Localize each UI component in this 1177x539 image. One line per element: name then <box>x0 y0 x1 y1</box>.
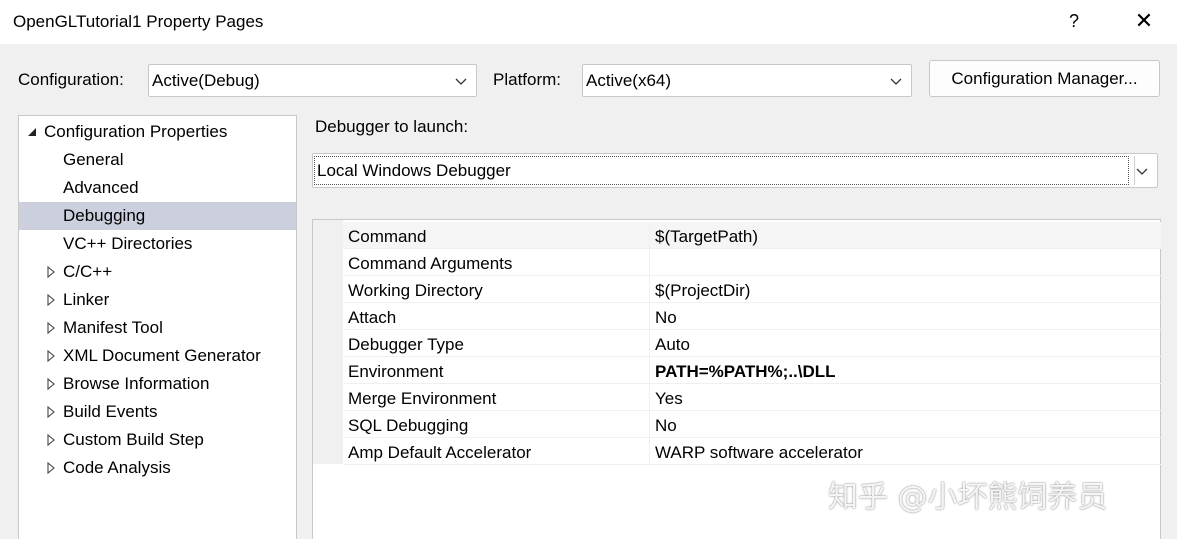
property-row-working-directory[interactable]: Working Directory $(ProjectDir) <box>343 276 1161 303</box>
property-name: Amp Default Accelerator <box>348 443 532 462</box>
property-value[interactable]: No <box>655 416 677 436</box>
property-name: Command Arguments <box>348 254 513 273</box>
column-divider <box>649 438 650 465</box>
window-title: OpenGLTutorial1 Property Pages <box>13 12 264 31</box>
column-divider <box>649 384 650 411</box>
tree-item-debugging[interactable]: Debugging <box>19 202 296 230</box>
property-tree[interactable]: Configuration Properties General Advance… <box>18 115 297 539</box>
property-name: Attach <box>348 308 397 327</box>
tree-item-xml-document-generator[interactable]: XML Document Generator <box>19 342 296 370</box>
tree-item-label: General <box>63 150 124 169</box>
collapsed-triangle-icon[interactable] <box>45 294 57 306</box>
property-row-command-arguments[interactable]: Command Arguments <box>343 249 1161 276</box>
tree-item-c-cpp[interactable]: C/C++ <box>19 258 296 286</box>
property-value[interactable]: Yes <box>655 389 683 409</box>
property-value[interactable]: $(ProjectDir) <box>655 281 750 301</box>
debugger-dropdown[interactable]: Local Windows Debugger <box>312 153 1158 188</box>
collapsed-triangle-icon[interactable] <box>45 322 57 334</box>
property-value[interactable]: WARP software accelerator <box>655 443 863 463</box>
property-row-amp-default-accelerator[interactable]: Amp Default Accelerator WARP software ac… <box>343 438 1161 465</box>
collapsed-triangle-icon[interactable] <box>45 350 57 362</box>
tree-item-label: Manifest Tool <box>63 318 163 337</box>
chevron-down-icon <box>890 78 902 85</box>
property-name: Command <box>348 227 427 246</box>
help-button[interactable]: ? <box>1060 6 1088 36</box>
column-divider <box>649 303 650 330</box>
column-divider <box>649 330 650 357</box>
chevron-down-icon <box>455 78 467 85</box>
tree-item-label: VC++ Directories <box>63 234 193 253</box>
watermark: 知乎 @小坏熊饲养员 <box>828 480 1108 515</box>
configuration-manager-button[interactable]: Configuration Manager... <box>929 60 1160 97</box>
tree-item-vc-directories[interactable]: VC++ Directories <box>19 230 296 258</box>
collapsed-triangle-icon[interactable] <box>45 406 57 418</box>
tree-item-label: Advanced <box>63 178 139 197</box>
tree-item-label: Code Analysis <box>63 458 171 477</box>
tree-item-linker[interactable]: Linker <box>19 286 296 314</box>
column-divider <box>649 222 650 249</box>
tree-item-code-analysis[interactable]: Code Analysis <box>19 454 296 482</box>
tree-item-label: Debugging <box>63 206 146 225</box>
property-name: Working Directory <box>348 281 483 300</box>
tree-item-label: Custom Build Step <box>63 430 204 449</box>
property-name: SQL Debugging <box>348 416 469 435</box>
debugger-to-launch-label: Debugger to launch: <box>315 117 469 136</box>
property-row-sql-debugging[interactable]: SQL Debugging No <box>343 411 1161 438</box>
property-name: Merge Environment <box>348 389 497 408</box>
title-bar: OpenGLTutorial1 Property Pages ? ✕ <box>0 0 1177 44</box>
tree-item-label: Linker <box>63 290 110 309</box>
tree-item-label: C/C++ <box>63 262 113 281</box>
property-value[interactable]: No <box>655 308 677 328</box>
tree-item-build-events[interactable]: Build Events <box>19 398 296 426</box>
property-value[interactable]: $(TargetPath) <box>655 227 758 247</box>
property-row-attach[interactable]: Attach No <box>343 303 1161 330</box>
collapsed-triangle-icon[interactable] <box>45 434 57 446</box>
property-row-merge-environment[interactable]: Merge Environment Yes <box>343 384 1161 411</box>
property-name: Debugger Type <box>348 335 464 354</box>
configuration-value: Active(Debug) <box>152 71 260 90</box>
tree-item-manifest-tool[interactable]: Manifest Tool <box>19 314 296 342</box>
debugger-value: Local Windows Debugger <box>317 161 511 180</box>
tree-item-label: Configuration Properties <box>44 122 228 141</box>
property-value[interactable]: Auto <box>655 335 690 355</box>
tree-item-general[interactable]: General <box>19 146 296 174</box>
configuration-label: Configuration: <box>18 70 124 89</box>
column-divider <box>649 411 650 438</box>
tree-item-label: Browse Information <box>63 374 210 393</box>
column-divider <box>649 276 650 303</box>
platform-label: Platform: <box>493 70 562 89</box>
platform-dropdown[interactable]: Active(x64) <box>582 64 912 97</box>
tree-item-custom-build-step[interactable]: Custom Build Step <box>19 426 296 454</box>
platform-value: Active(x64) <box>586 71 672 90</box>
collapsed-triangle-icon[interactable] <box>45 462 57 474</box>
tree-item-browse-information[interactable]: Browse Information <box>19 370 296 398</box>
column-divider <box>649 357 650 384</box>
property-name: Environment <box>348 362 444 381</box>
expanded-triangle-icon[interactable] <box>26 126 38 138</box>
property-value[interactable]: PATH=%PATH%;..\DLL <box>655 362 836 382</box>
collapsed-triangle-icon[interactable] <box>45 378 57 390</box>
tree-item-label: XML Document Generator <box>63 346 261 365</box>
configuration-dropdown[interactable]: Active(Debug) <box>148 64 477 97</box>
collapsed-triangle-icon[interactable] <box>45 266 57 278</box>
chevron-down-icon <box>1136 168 1148 175</box>
column-divider <box>649 249 650 276</box>
close-button[interactable]: ✕ <box>1128 6 1160 36</box>
grid-gutter <box>313 220 343 464</box>
property-row-command[interactable]: Command $(TargetPath) <box>343 222 1161 249</box>
property-row-debugger-type[interactable]: Debugger Type Auto <box>343 330 1161 357</box>
tree-item-advanced[interactable]: Advanced <box>19 174 296 202</box>
tree-item-label: Build Events <box>63 402 158 421</box>
property-row-environment[interactable]: Environment PATH=%PATH%;..\DLL <box>343 357 1161 384</box>
tree-item-configuration-properties[interactable]: Configuration Properties <box>19 118 296 146</box>
